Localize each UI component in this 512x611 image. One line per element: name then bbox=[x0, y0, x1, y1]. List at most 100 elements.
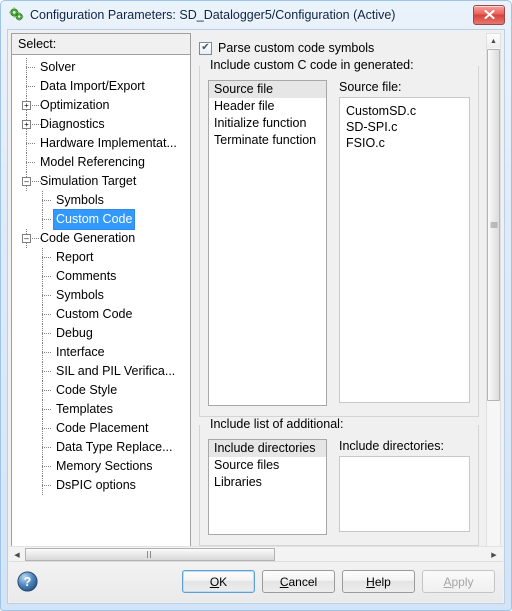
include-list-section-option[interactable]: Include directories bbox=[209, 440, 326, 457]
sidebar-item-code-placement[interactable]: Code Placement bbox=[12, 419, 190, 438]
custom-code-section-option[interactable]: Header file bbox=[209, 98, 326, 115]
sidebar-item-symbols[interactable]: Symbols bbox=[12, 191, 190, 210]
sidebar-item-label: Memory Sections bbox=[56, 459, 153, 473]
configuration-tree[interactable]: Solver Data Import/Export + Optimization + Di… bbox=[12, 56, 190, 562]
sidebar-item-custom-code[interactable]: Custom Code bbox=[12, 209, 190, 230]
dialog-client-area: Select: Solver Data Import/Export + Optimiz… bbox=[7, 29, 505, 604]
sidebar-item-label: Optimization bbox=[40, 98, 110, 112]
sidebar-item-label: Templates bbox=[56, 402, 113, 416]
tree-leaf-connector bbox=[42, 409, 51, 411]
scroll-up-icon[interactable]: ▲ bbox=[487, 34, 500, 48]
button-label: OK bbox=[209, 574, 228, 589]
expand-icon[interactable]: + bbox=[22, 120, 31, 129]
include-list-additional-group: Include list of additional: Include dire… bbox=[199, 417, 479, 546]
custom-code-detail-textarea[interactable]: CustomSD.c SD-SPI.c FSIO.c bbox=[339, 97, 470, 403]
sidebar-item-symbols[interactable]: Symbols bbox=[12, 286, 190, 305]
parse-custom-code-symbols-label: Parse custom code symbols bbox=[218, 41, 375, 55]
sidebar-item-code-generation[interactable]: – Code Generation bbox=[12, 229, 190, 248]
custom-code-section-listbox[interactable]: Source file Header file Initialize functio… bbox=[208, 80, 327, 406]
sidebar-item-label: Comments bbox=[56, 269, 117, 283]
sidebar-item-code-style[interactable]: Code Style bbox=[12, 381, 190, 400]
tree-leaf-connector bbox=[42, 466, 51, 468]
sidebar-item-dspic-options[interactable]: DsPIC options bbox=[12, 476, 190, 495]
sidebar-item-label: Symbols bbox=[56, 288, 104, 302]
help-button[interactable]: Help bbox=[342, 570, 415, 593]
custom-code-section-option[interactable]: Terminate function bbox=[209, 132, 326, 149]
sidebar-item-simulation-target[interactable]: – Simulation Target bbox=[12, 172, 190, 191]
select-tree-pane: Select: Solver Data Import/Export + Optimiz… bbox=[11, 33, 191, 563]
custom-code-section-option[interactable]: Source file bbox=[209, 81, 326, 98]
include-list-section-listbox[interactable]: Include directories Source files Libraries bbox=[208, 439, 327, 535]
sidebar-item-report[interactable]: Report bbox=[12, 248, 190, 267]
sidebar-item-data-type-replace[interactable]: Data Type Replace... bbox=[12, 438, 190, 457]
close-icon[interactable] bbox=[473, 4, 505, 25]
ok-button[interactable]: OK bbox=[182, 570, 255, 593]
sidebar-item-memory-sections[interactable]: Memory Sections bbox=[12, 457, 190, 476]
horizontal-scroll-thumb[interactable] bbox=[25, 548, 275, 572]
sidebar-item-model-referencing[interactable]: Model Referencing bbox=[12, 153, 190, 172]
tree-leaf-connector bbox=[42, 352, 51, 354]
settings-pane: ✔ Parse custom code symbols Include cust… bbox=[193, 33, 485, 563]
tree-leaf-connector bbox=[26, 67, 35, 69]
button-label: Help bbox=[366, 574, 391, 589]
tree-leaf-connector bbox=[26, 143, 35, 145]
cancel-button[interactable]: Cancel bbox=[262, 570, 335, 593]
custom-code-section-option[interactable]: Initialize function bbox=[209, 115, 326, 132]
collapse-icon[interactable]: – bbox=[22, 177, 31, 186]
sidebar-item-custom-code[interactable]: Custom Code bbox=[12, 305, 190, 324]
custom-code-detail-line: FSIO.c bbox=[346, 136, 385, 150]
scroll-left-icon[interactable]: ◀ bbox=[10, 547, 24, 562]
dialog-buttons: OK Cancel Help Apply bbox=[182, 570, 495, 593]
sidebar-item-hardware-implementat[interactable]: Hardware Implementat... bbox=[12, 134, 190, 153]
sidebar-item-data-import-export[interactable]: Data Import/Export bbox=[12, 77, 190, 96]
scroll-grip-icon bbox=[490, 222, 497, 229]
sidebar-item-optimization[interactable]: + Optimization bbox=[12, 96, 190, 115]
tree-leaf-connector bbox=[42, 276, 51, 278]
sidebar-item-label: Custom Code bbox=[53, 209, 136, 230]
tree-leaf-connector bbox=[42, 200, 51, 202]
sidebar-item-label: Simulation Target bbox=[40, 174, 137, 188]
include-list-section-option[interactable]: Source files bbox=[209, 457, 326, 474]
sidebar-item-label: Interface bbox=[56, 345, 105, 359]
tree-leaf-connector bbox=[42, 485, 51, 487]
sidebar-item-templates[interactable]: Templates bbox=[12, 400, 190, 419]
sidebar-item-label: Diagnostics bbox=[40, 117, 105, 131]
sidebar-item-label: Code Placement bbox=[56, 421, 149, 435]
tree-leaf-connector bbox=[42, 447, 51, 449]
sidebar-item-label: Custom Code bbox=[56, 307, 133, 321]
simulink-gear-icon bbox=[8, 6, 25, 23]
parse-custom-code-symbols-checkbox[interactable]: ✔ bbox=[199, 41, 212, 55]
include-list-section-option[interactable]: Libraries bbox=[209, 474, 326, 491]
sidebar-item-solver[interactable]: Solver bbox=[12, 58, 190, 77]
custom-code-detail-label: Source file: bbox=[339, 80, 402, 94]
sidebar-item-sil-and-pil-verifica[interactable]: SIL and PIL Verifica... bbox=[12, 362, 190, 381]
sidebar-item-label: Code Generation bbox=[40, 231, 136, 245]
sidebar-item-label: Symbols bbox=[56, 193, 104, 207]
sidebar-item-comments[interactable]: Comments bbox=[12, 267, 190, 286]
apply-button: Apply bbox=[422, 570, 495, 593]
sidebar-item-debug[interactable]: Debug bbox=[12, 324, 190, 343]
scroll-right-icon[interactable]: ▶ bbox=[487, 547, 501, 562]
svg-text:?: ? bbox=[24, 575, 32, 589]
tree-leaf-connector bbox=[42, 428, 51, 430]
content-area: Select: Solver Data Import/Export + Optimiz… bbox=[9, 31, 503, 565]
expand-icon[interactable]: + bbox=[22, 101, 31, 110]
close-x-glyph bbox=[483, 10, 495, 19]
window-title: Configuration Parameters: SD_Datalogger5… bbox=[30, 7, 396, 22]
sidebar-item-interface[interactable]: Interface bbox=[12, 343, 190, 362]
include-list-detail-textarea[interactable] bbox=[339, 456, 470, 532]
sidebar-item-diagnostics[interactable]: + Diagnostics bbox=[12, 115, 190, 134]
title-bar: Configuration Parameters: SD_Datalogger5… bbox=[1, 1, 511, 28]
button-label: Cancel bbox=[279, 574, 318, 589]
settings-vertical-scrollbar[interactable]: ▲ ▼ bbox=[486, 33, 501, 563]
sidebar-item-label: DsPIC options bbox=[56, 478, 136, 492]
tree-leaf-connector bbox=[32, 105, 41, 107]
dialog-button-bar: ? OK Cancel Help Apply bbox=[9, 561, 503, 602]
parse-custom-code-symbols-row[interactable]: ✔ Parse custom code symbols bbox=[199, 38, 485, 58]
horizontal-scrollbar[interactable]: ◀ ▶ bbox=[9, 546, 503, 572]
vertical-scroll-thumb[interactable] bbox=[487, 49, 500, 401]
collapse-icon[interactable]: – bbox=[22, 234, 31, 243]
custom-code-detail-line: CustomSD.c bbox=[346, 104, 417, 118]
tree-leaf-connector bbox=[42, 314, 51, 316]
question-mark-icon[interactable]: ? bbox=[17, 571, 38, 592]
